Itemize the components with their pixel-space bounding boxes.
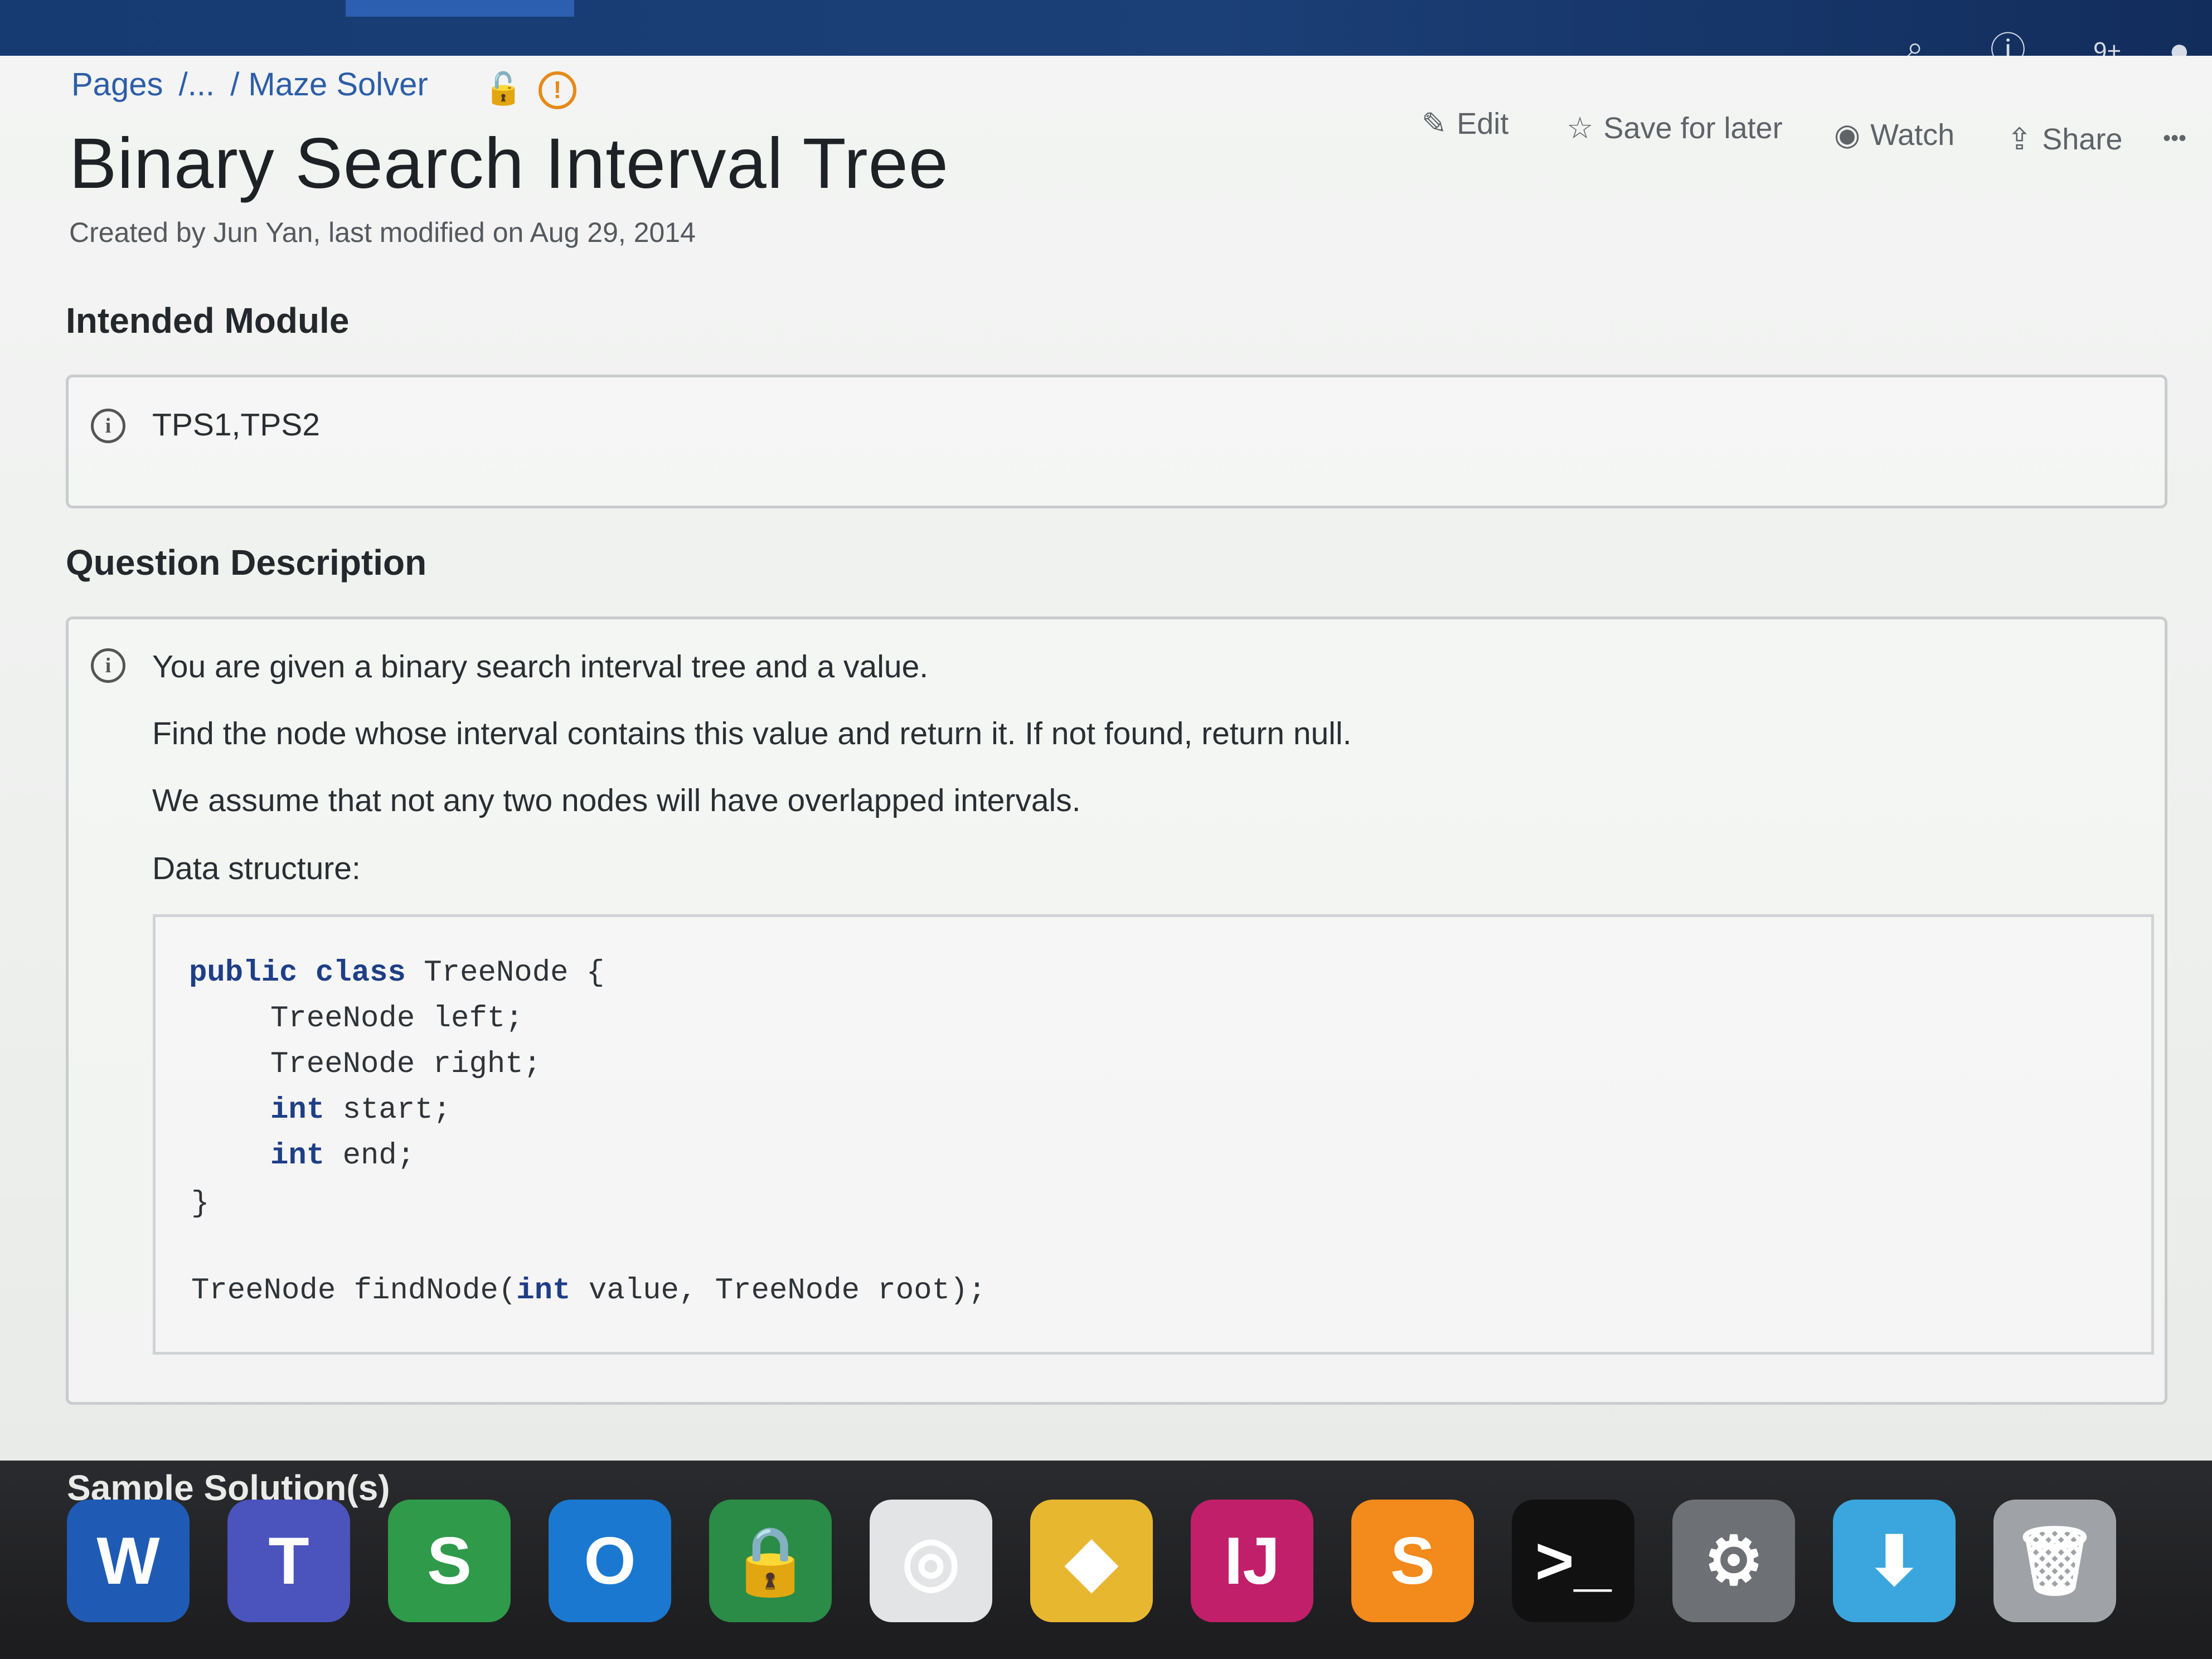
intended-module-value: TPS1,TPS2 [152, 407, 320, 443]
dock-app-outlook[interactable]: O [549, 1500, 671, 1622]
dock-app-icon: S [426, 1524, 472, 1598]
code-line: TreeNode right; [270, 1047, 542, 1081]
watch-button[interactable]: ◉ Watch [1834, 117, 1954, 152]
share-icon: ⇪ [2007, 123, 2032, 156]
dock-app-icon: W [96, 1524, 160, 1598]
code-line: int end; [270, 1139, 415, 1173]
dock-app-icon: ⚙ [1704, 1524, 1764, 1598]
question-line-2: Find the node whose interval contains th… [152, 716, 1352, 751]
dock-app-icon: T [268, 1524, 309, 1598]
dock-app-trash[interactable]: 🗑 [1993, 1500, 2116, 1622]
dock-app-settings[interactable]: ⚙ [1672, 1500, 1795, 1622]
dock-app-teams[interactable]: T [227, 1500, 350, 1622]
dock-app-icon: ◆ [1065, 1524, 1118, 1598]
breadcrumb-current[interactable]: / Maze Solver [230, 66, 428, 103]
breadcrumb: Pages /... / Maze Solver [71, 66, 435, 103]
dock-app-icon: 🔒 [729, 1524, 812, 1598]
warning-icon[interactable]: ! [539, 71, 576, 109]
dock-app-icon: 🗑 [2012, 1524, 2098, 1598]
eye-icon: ◉ [1834, 118, 1861, 152]
star-icon: ☆ [1566, 111, 1594, 145]
code-line: int start; [270, 1093, 452, 1127]
dock-app-word[interactable]: W [67, 1500, 190, 1622]
dock-app-icon: ⬇ [1866, 1524, 1923, 1598]
unlock-icon[interactable]: 🔓 [484, 70, 523, 107]
page-metadata: Created by Jun Yan, last modified on Aug… [69, 217, 696, 248]
dock-app-icon: IJ [1224, 1524, 1280, 1598]
breadcrumb-pages[interactable]: Pages [71, 66, 163, 103]
code-block: public class TreeNode { TreeNode left; T… [153, 914, 2154, 1355]
dock-app-terminal[interactable]: >_ [1512, 1500, 1634, 1622]
dock-app-vpn[interactable]: 🔒 [709, 1500, 832, 1622]
question-line-1: You are given a binary search interval t… [152, 649, 929, 685]
question-line-3: We assume that not any two nodes will ha… [152, 783, 1081, 818]
more-actions-button[interactable]: ••• [2163, 126, 2186, 151]
pencil-icon: ✎ [1422, 107, 1447, 140]
top-navigation-bar: ⌕ ⓘ 9+ ● [0, 0, 2212, 68]
code-line: TreeNode findNode(int value, TreeNode ro… [191, 1274, 986, 1308]
dock-app-icon: O [584, 1524, 636, 1598]
intended-module-panel: i TPS1,TPS2 [66, 375, 2167, 508]
breadcrumb-ellipsis[interactable]: /... [179, 66, 215, 103]
edit-button[interactable]: ✎ Edit [1422, 106, 1508, 141]
question-line-4: Data structure: [152, 851, 361, 886]
dock-app-icon: ◎ [901, 1524, 961, 1598]
save-for-later-button[interactable]: ☆ Save for later [1566, 110, 1783, 145]
dock-app-intellij[interactable]: IJ [1191, 1500, 1313, 1622]
code-line: TreeNode left; [270, 1002, 523, 1036]
dock-app-wireless[interactable]: ◎ [870, 1500, 992, 1622]
dock-app-icon: >_ [1535, 1524, 1612, 1598]
dock-app-icon: S [1390, 1524, 1435, 1598]
page-title: Binary Search Interval Tree [69, 124, 949, 203]
dock-app-sublime[interactable]: S [1351, 1500, 1474, 1622]
question-description-heading: Question Description [66, 542, 427, 583]
info-icon: i [91, 648, 125, 683]
dock-app-slack-like[interactable]: S [388, 1500, 511, 1622]
share-button[interactable]: ⇪ Share [2007, 122, 2122, 157]
active-tab-indicator [346, 0, 574, 17]
intended-module-heading: Intended Module [66, 300, 350, 341]
code-line: } [191, 1187, 210, 1221]
code-line: public class TreeNode { [189, 956, 605, 990]
dock-app-folder[interactable]: ⬇ [1833, 1500, 1956, 1622]
dock-app-app[interactable]: ◆ [1030, 1500, 1153, 1622]
info-icon: i [91, 409, 125, 443]
